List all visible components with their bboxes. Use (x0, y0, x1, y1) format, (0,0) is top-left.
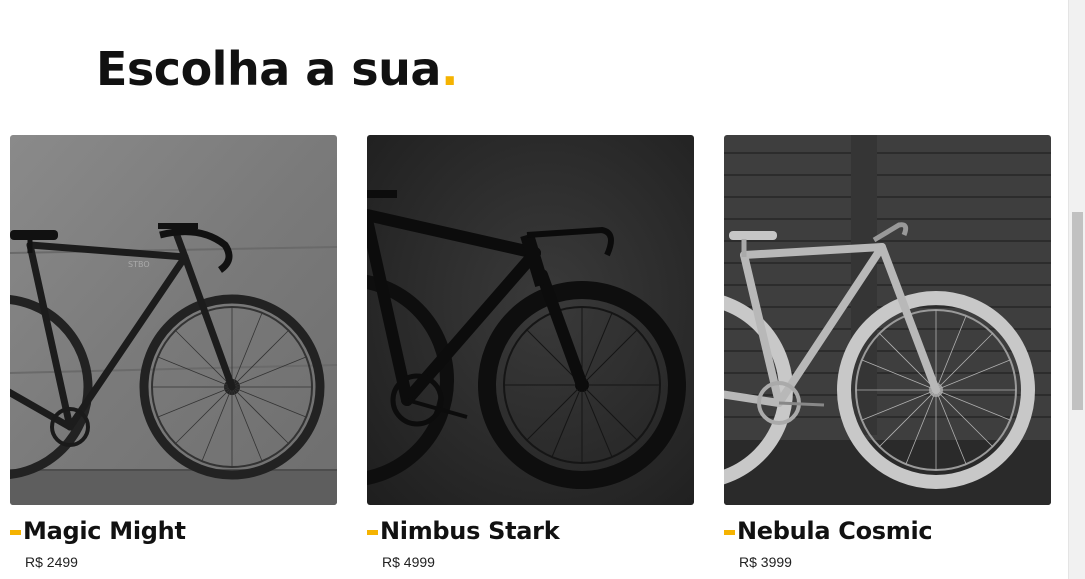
section-heading: Escolha a sua. (96, 36, 458, 102)
product-name[interactable]: Nebula Cosmic (737, 516, 933, 546)
title-accent-bar (10, 529, 21, 535)
product-card-nimbus-stark[interactable]: Nimbus Stark R$ 4999 (367, 135, 694, 570)
product-card-magic-might[interactable]: STBO Magic Might R$ 2499 (10, 135, 337, 570)
product-image[interactable]: STBO (10, 135, 337, 505)
svg-text:STBO: STBO (128, 260, 150, 269)
page: Escolha a sua. STBO Magic Might R$ 2499 … (0, 0, 1085, 579)
product-image[interactable] (724, 135, 1051, 505)
product-title[interactable]: Magic Might (10, 516, 186, 546)
heading-accent-dot: . (440, 42, 458, 96)
product-image[interactable] (367, 135, 694, 505)
product-price: R$ 4999 (382, 554, 435, 570)
vertical-scrollbar[interactable] (1068, 0, 1085, 579)
product-card-nebula-cosmic[interactable]: Nebula Cosmic R$ 3999 (724, 135, 1051, 570)
title-accent-bar (367, 529, 378, 535)
product-price: R$ 2499 (25, 554, 78, 570)
scrollbar-thumb[interactable] (1072, 212, 1083, 410)
section-heading-text: Escolha a sua (96, 42, 441, 96)
product-name[interactable]: Magic Might (23, 516, 186, 546)
product-name[interactable]: Nimbus Stark (380, 516, 560, 546)
product-title[interactable]: Nimbus Stark (367, 516, 560, 546)
title-accent-bar (724, 529, 735, 535)
product-title[interactable]: Nebula Cosmic (724, 516, 933, 546)
product-price: R$ 3999 (739, 554, 792, 570)
